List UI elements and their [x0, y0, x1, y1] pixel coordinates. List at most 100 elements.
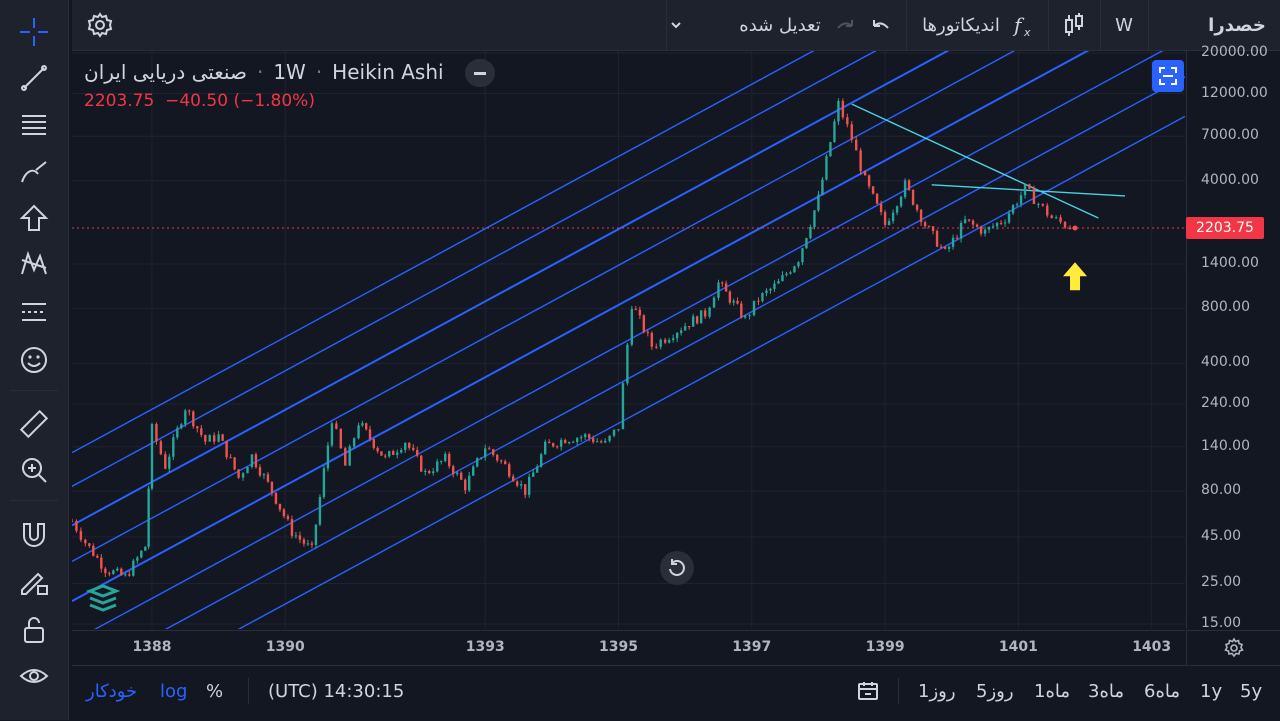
candle-body	[416, 449, 419, 456]
candle-type-icon[interactable]	[1060, 0, 1088, 50]
percent-scale-toggle[interactable]: %	[206, 666, 223, 716]
chevron-down-icon[interactable]	[666, 0, 686, 50]
candle-body	[440, 460, 443, 462]
candle-body	[535, 466, 539, 473]
candle-body	[559, 439, 563, 447]
auto-scale-toggle[interactable]: خودکار	[86, 666, 137, 716]
arrow-up-tool-icon[interactable]	[14, 198, 54, 238]
candle-body	[120, 568, 123, 576]
range-button[interactable]: 5روز	[976, 666, 1014, 716]
candle-body	[551, 443, 555, 447]
candle-body	[168, 456, 171, 469]
candle-body	[712, 297, 716, 308]
emoji-icon[interactable]	[14, 340, 54, 380]
ruler-icon[interactable]	[14, 404, 54, 444]
price-axis[interactable]: 20000.00 12000.00 7000.00 4000.00 1400.00 800…	[1186, 44, 1280, 631]
candle-body	[987, 226, 991, 230]
indicators-label[interactable]: اندیکاتورها	[918, 0, 1004, 50]
legend-change-pct: (−1.80%)	[233, 91, 315, 111]
candle-body	[829, 142, 832, 157]
candle-body	[72, 520, 74, 522]
candle-body	[621, 383, 625, 430]
forecast-tool-icon[interactable]	[14, 292, 54, 332]
interval-button[interactable]: W	[1104, 0, 1144, 50]
date-range-icon[interactable]	[856, 666, 880, 716]
range-button[interactable]: 1روز	[918, 666, 956, 716]
symbol-search[interactable]: خصدرا	[1198, 0, 1276, 50]
candle-body	[348, 446, 351, 466]
redo-icon[interactable]	[832, 0, 858, 50]
candle-body	[128, 574, 131, 576]
up-arrow-annotation	[1063, 262, 1088, 291]
indicators-icon[interactable]: fx	[1008, 0, 1038, 50]
time-tick: 1393	[465, 639, 505, 655]
candle-body	[246, 466, 249, 474]
candle-body	[846, 117, 849, 125]
adjusted-dropdown[interactable]: تعدیل شده	[732, 0, 828, 50]
candle-body	[805, 238, 808, 249]
log-scale-toggle[interactable]: log	[160, 666, 187, 716]
gear-icon[interactable]	[80, 0, 120, 50]
candle-body	[108, 573, 111, 575]
range-button[interactable]: 3ماه	[1088, 666, 1124, 716]
candle-body	[241, 473, 245, 478]
candle-body	[959, 222, 963, 239]
candle-body	[1032, 188, 1036, 205]
candle-body	[476, 458, 479, 467]
magnet-icon[interactable]	[14, 514, 54, 554]
candle-body	[176, 428, 179, 438]
lock-drawings-icon[interactable]	[14, 562, 54, 602]
trend-line	[851, 103, 1099, 219]
range-button[interactable]: 6ماه	[1144, 666, 1180, 716]
candle-body	[899, 196, 903, 207]
legend-collapse-button[interactable]	[465, 59, 495, 87]
chart-pane[interactable]	[72, 51, 1185, 629]
axis-settings-icon[interactable]	[1186, 630, 1280, 665]
pattern-tool-icon[interactable]	[14, 244, 54, 284]
range-button[interactable]: 5y	[1240, 666, 1262, 716]
candle-body	[773, 283, 776, 289]
time-axis[interactable]: 1388 1390 1393 1395 1397 1399 1401 1403	[72, 630, 1185, 665]
candle-body	[797, 262, 800, 267]
candle-body	[488, 448, 491, 450]
timezone-clock[interactable]: (UTC) 14:30:15	[268, 666, 404, 716]
candle-body	[626, 344, 629, 384]
candle-body	[306, 543, 310, 545]
fib-tool-icon[interactable]	[14, 104, 54, 144]
candle-body	[448, 453, 451, 467]
candle-body	[368, 429, 372, 440]
price-tick: 20000.00	[1201, 44, 1268, 60]
candle-body	[290, 519, 294, 536]
brush-tool-icon[interactable]	[14, 152, 54, 192]
undo-icon[interactable]	[868, 0, 894, 50]
crosshair-icon[interactable]	[14, 12, 54, 52]
candle-body	[196, 426, 199, 429]
candle-body	[221, 434, 224, 441]
candle-body	[1050, 215, 1053, 219]
candle-body	[516, 481, 519, 486]
candle-body	[388, 451, 391, 457]
candle-body	[547, 441, 551, 444]
candle-body	[599, 441, 603, 443]
candle-body	[971, 220, 975, 225]
candle-body	[603, 440, 607, 443]
trend-line-tool-icon[interactable]	[14, 58, 54, 98]
candle-body	[1063, 221, 1067, 228]
candle-body	[298, 535, 302, 540]
zoom-in-icon[interactable]	[14, 450, 54, 490]
unlock-icon[interactable]	[14, 610, 54, 650]
reset-chart-button[interactable]	[660, 551, 694, 585]
range-button[interactable]: 1y	[1200, 666, 1222, 716]
candle-body	[180, 424, 183, 429]
eye-icon[interactable]	[14, 656, 54, 696]
candle-body	[825, 156, 828, 180]
candle-body	[732, 300, 735, 303]
fullscreen-button[interactable]	[1152, 60, 1184, 92]
candle-body	[294, 535, 298, 537]
candle-body	[793, 266, 796, 273]
range-button[interactable]: 1ماه	[1034, 666, 1070, 716]
candle-body	[229, 457, 232, 459]
candle-body	[330, 423, 334, 446]
price-chart[interactable]	[72, 51, 1185, 629]
time-tick: 1397	[732, 639, 772, 655]
